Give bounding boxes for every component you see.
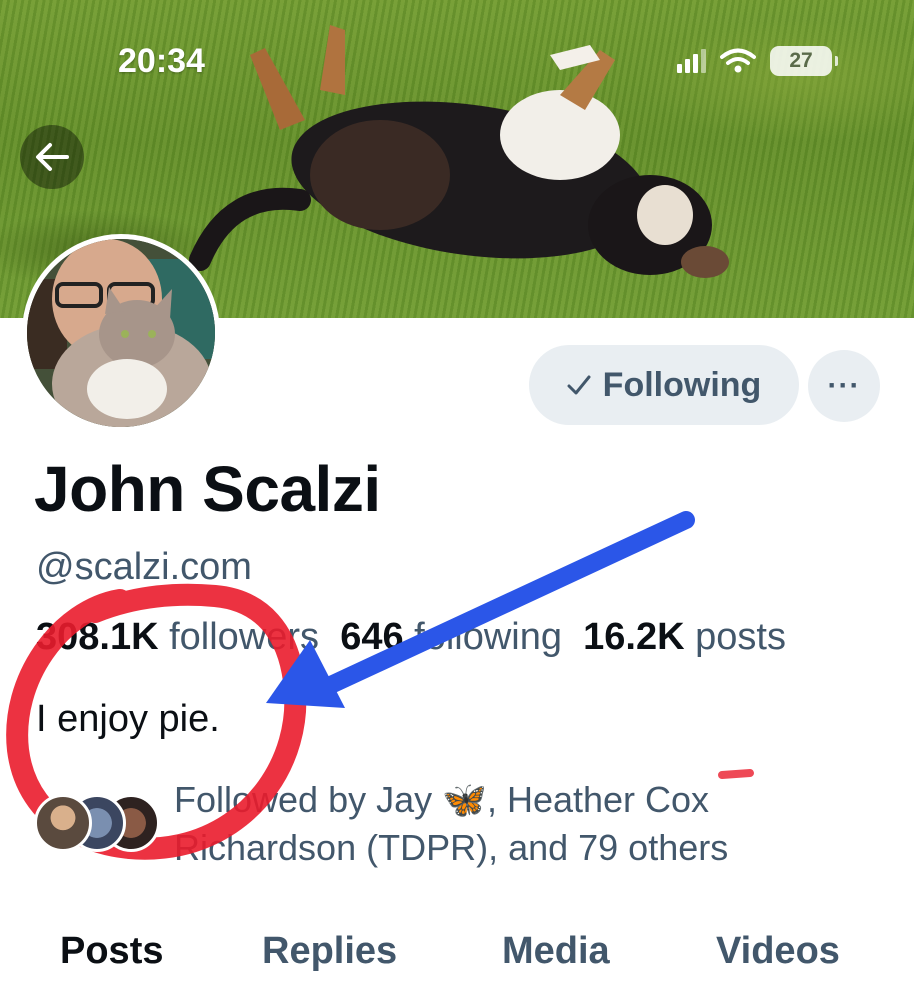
- annotation-red-mark: [718, 769, 754, 779]
- tab-posts[interactable]: Posts: [60, 930, 163, 973]
- following-link[interactable]: 646 following: [340, 616, 562, 658]
- followers-count: 308.1K: [36, 616, 159, 658]
- back-arrow-icon: [36, 143, 69, 171]
- posts-label: posts: [695, 616, 786, 658]
- followers-label: followers: [169, 616, 320, 658]
- back-button[interactable]: [20, 125, 84, 189]
- followed-by[interactable]: Followed by Jay 🦋, Heather Cox Richardso…: [34, 776, 794, 872]
- signal-icon: [677, 49, 706, 73]
- tab-videos[interactable]: Videos: [716, 930, 840, 973]
- followed-by-prefix: Followed by Jay: [174, 779, 443, 820]
- status-icons: 27: [677, 46, 838, 76]
- followed-by-text: Followed by Jay 🦋, Heather Cox Richardso…: [174, 776, 794, 872]
- more-icon[interactable]: ···: [808, 350, 880, 422]
- tab-replies[interactable]: Replies: [262, 930, 397, 973]
- following-button-label: Following: [602, 365, 762, 404]
- wifi-icon: [720, 48, 756, 73]
- followers-link[interactable]: 308.1K followers: [36, 616, 319, 658]
- profile-bio: I enjoy pie.: [36, 698, 220, 740]
- avatar[interactable]: [22, 234, 220, 432]
- battery-icon: 27: [770, 46, 838, 76]
- following-button[interactable]: Following: [529, 345, 799, 425]
- checkmark-icon: [567, 375, 591, 395]
- avatar: [34, 794, 92, 852]
- status-time: 20:34: [118, 42, 205, 80]
- profile-stats: 308.1K followers 646 following 16.2K pos…: [36, 616, 786, 659]
- profile-handle: @scalzi.com: [36, 546, 252, 588]
- following-label: following: [414, 616, 563, 658]
- annotation-blue-arrow-shaft: [311, 511, 695, 699]
- profile-name: John Scalzi: [34, 453, 381, 525]
- butterfly-emoji: 🦋: [442, 779, 487, 820]
- avatar-photo: [27, 239, 215, 427]
- posts-count: 16.2K: [583, 616, 685, 658]
- profile-tabs: Posts Replies Media Videos: [0, 930, 914, 990]
- following-count: 646: [340, 616, 404, 658]
- follower-avatars: [34, 794, 164, 864]
- tab-media[interactable]: Media: [502, 930, 610, 973]
